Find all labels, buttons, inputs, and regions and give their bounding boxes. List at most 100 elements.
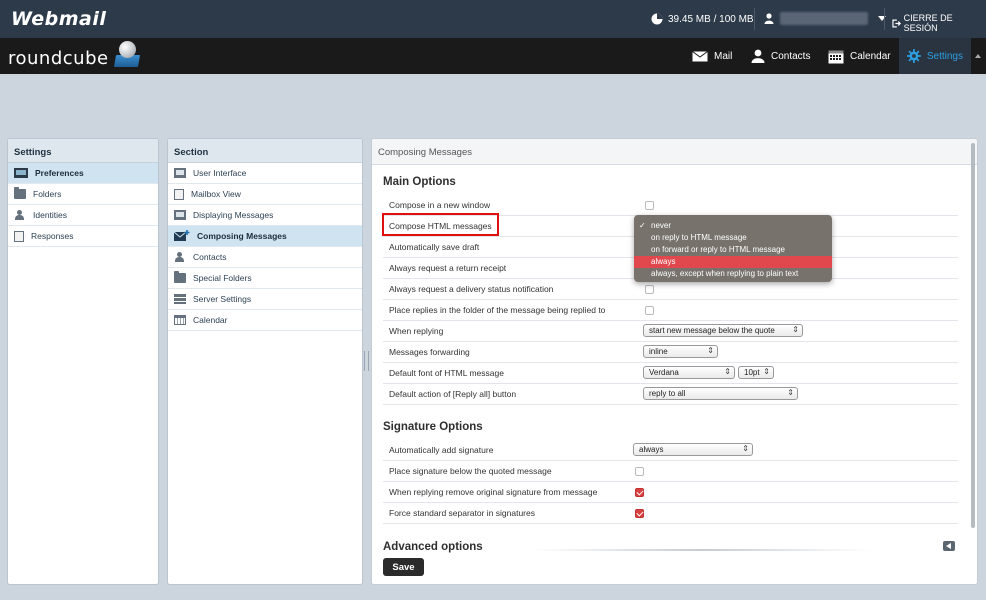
option-label: Messages forwarding (389, 347, 470, 357)
settings-item-preferences[interactable]: Preferences (8, 163, 158, 184)
section-item-displaying-messages[interactable]: Displaying Messages (168, 205, 362, 226)
option-row: Automatically add signature always (383, 440, 958, 461)
nav-bar: roundcube Mail Contacts Calendar Setting… (0, 38, 986, 74)
brand-text: roundcube (8, 47, 109, 69)
monitor-icon (174, 168, 186, 178)
section-item-label: User Interface (193, 168, 247, 178)
option-row: Place replies in the folder of the messa… (383, 300, 958, 321)
user-menu[interactable] (764, 12, 886, 25)
laptop-icon (14, 168, 28, 178)
dropdown-option-reply-html[interactable]: on reply to HTML message (634, 232, 832, 244)
add-signature-select[interactable]: always (633, 443, 753, 456)
remove-signature-checkbox[interactable] (635, 488, 644, 497)
nav-settings[interactable]: Settings (899, 38, 971, 74)
person-icon (174, 252, 186, 262)
section-item-label: Calendar (193, 315, 228, 325)
compose-new-window-checkbox[interactable] (645, 201, 654, 210)
section-item-calendar[interactable]: Calendar (168, 310, 362, 331)
settings-panel: Settings Preferences Folders Identities … (7, 138, 159, 585)
dropdown-option-always[interactable]: always (634, 256, 832, 268)
option-row: Messages forwarding inline (383, 342, 958, 363)
section-item-contacts[interactable]: Contacts (168, 247, 362, 268)
signature-options-title: Signature Options (383, 421, 483, 433)
option-label: When replying remove original signature … (389, 487, 598, 497)
option-row: Default action of [Reply all] button rep… (383, 384, 958, 405)
forwarding-select[interactable]: inline (643, 345, 718, 358)
option-label: Force standard separator in signatures (389, 508, 535, 518)
separator (754, 8, 755, 30)
dropdown-option-never[interactable]: ✓ never (634, 220, 832, 232)
font-family-select[interactable]: Verdana (643, 366, 735, 379)
settings-item-responses[interactable]: Responses (8, 226, 158, 247)
settings-item-label: Identities (33, 210, 68, 220)
option-label: Place replies in the folder of the messa… (389, 305, 606, 315)
dropdown-option-label: on forward or reply to HTML message (651, 245, 785, 254)
section-item-composing-messages[interactable]: Composing Messages (168, 226, 362, 247)
section-panel-title: Section (168, 139, 362, 163)
server-icon (174, 294, 186, 304)
separator (884, 8, 885, 30)
section-item-user-interface[interactable]: User Interface (168, 163, 362, 184)
option-row: When replying remove original signature … (383, 482, 958, 503)
settings-item-label: Preferences (35, 168, 84, 178)
folder-icon (14, 187, 26, 199)
save-button[interactable]: Save (383, 558, 424, 576)
nav-mail-label: Mail (714, 50, 733, 62)
expand-advanced-icon[interactable] (943, 541, 955, 551)
display-icon (174, 210, 186, 220)
divider (532, 549, 872, 551)
reply-all-select[interactable]: reply to all (643, 387, 798, 400)
logout-button[interactable]: CIERRE DE SESIÓN (892, 13, 986, 33)
roundcube-logo[interactable]: roundcube (8, 41, 141, 70)
dropdown-option-forward-reply-html[interactable]: on forward or reply to HTML message (634, 244, 832, 256)
dropdown-option-always-except-plain[interactable]: always, except when replying to plain te… (634, 268, 832, 280)
signature-below-checkbox[interactable] (635, 467, 644, 476)
option-row: When replying start new message below th… (383, 321, 958, 342)
dropdown-option-label: on reply to HTML message (651, 233, 747, 242)
composing-messages-panel: Composing Messages Main Options Compose … (371, 138, 978, 585)
main-options-title: Main Options (383, 176, 456, 188)
option-label: Compose in a new window (389, 200, 491, 210)
section-item-special-folders[interactable]: Special Folders (168, 268, 362, 289)
person-icon (14, 210, 26, 220)
settings-item-label: Responses (31, 231, 74, 241)
compose-icon (174, 230, 190, 241)
webmail-logo[interactable]: Webmail (11, 8, 106, 30)
panel-splitter[interactable] (364, 351, 369, 371)
option-label: When replying (389, 326, 444, 336)
nav-calendar[interactable]: Calendar (820, 38, 899, 74)
section-item-label: Server Settings (193, 294, 252, 304)
font-size-select[interactable]: 10pt (738, 366, 774, 379)
envelope-icon (692, 50, 708, 61)
logout-icon (892, 19, 901, 27)
section-item-label: Mailbox View (191, 189, 241, 199)
option-row: Always request a delivery status notific… (383, 279, 958, 300)
standard-separator-checkbox[interactable] (635, 509, 644, 518)
when-replying-select[interactable]: start new message below the quote (643, 324, 803, 337)
scrollbar[interactable] (971, 143, 975, 528)
calendar-icon (828, 50, 844, 63)
highlight-annotation (382, 213, 499, 236)
section-item-server-settings[interactable]: Server Settings (168, 289, 362, 310)
settings-item-identities[interactable]: Identities (8, 205, 158, 226)
person-icon (751, 49, 765, 63)
quota-indicator: 39.45 MB / 100 MB (651, 13, 754, 25)
option-label: Automatically save draft (389, 242, 480, 252)
user-icon (764, 13, 774, 24)
document-icon (14, 230, 24, 242)
reply-same-folder-checkbox[interactable] (645, 306, 654, 315)
settings-item-folders[interactable]: Folders (8, 184, 158, 205)
nav-contacts[interactable]: Contacts (743, 38, 818, 74)
option-label: Default font of HTML message (389, 368, 504, 378)
gear-icon (907, 49, 921, 63)
advanced-options-title[interactable]: Advanced options (383, 541, 483, 553)
dropdown-option-label: never (651, 221, 672, 230)
section-item-mailbox-view[interactable]: Mailbox View (168, 184, 362, 205)
nav-contacts-label: Contacts (771, 50, 811, 62)
roundcube-cube-icon (111, 40, 141, 70)
option-label: Always request a delivery status notific… (389, 284, 554, 294)
collapse-arrow-icon[interactable] (975, 54, 981, 58)
nav-mail[interactable]: Mail (684, 38, 740, 74)
delivery-notification-checkbox[interactable] (645, 285, 654, 294)
quota-text: 39.45 MB / 100 MB (668, 13, 754, 25)
